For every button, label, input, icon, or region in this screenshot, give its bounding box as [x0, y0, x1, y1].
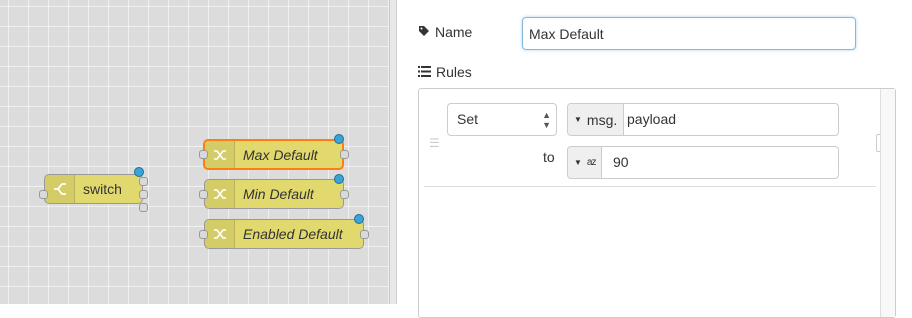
input-port[interactable]: [199, 190, 208, 199]
input-port[interactable]: [39, 190, 48, 199]
switch-node[interactable]: switch: [44, 174, 143, 204]
changed-indicator: [134, 167, 144, 177]
property-value[interactable]: payload: [627, 104, 676, 135]
input-port[interactable]: [199, 230, 208, 239]
tag-icon: [418, 24, 430, 40]
drag-handle-icon[interactable]: ☰: [429, 136, 440, 150]
rule-action-value: Set: [457, 111, 479, 127]
name-label: Name: [435, 24, 473, 40]
node-label: Enabled Default: [243, 226, 343, 242]
value-type-button[interactable]: ▼ az: [568, 147, 603, 178]
input-port[interactable]: [199, 150, 208, 159]
changed-indicator: [334, 174, 344, 184]
rule-action-select[interactable]: Set ▲ ▼: [447, 103, 557, 136]
property-type-button[interactable]: ▼ msg.: [568, 104, 625, 135]
node-label: Min Default: [243, 186, 314, 202]
output-port[interactable]: [340, 190, 349, 199]
node-label: switch: [83, 181, 122, 197]
name-input[interactable]: [522, 17, 856, 50]
change-node-min-default[interactable]: Min Default: [204, 179, 344, 209]
list-icon: [418, 64, 431, 80]
rules-label: Rules: [436, 64, 472, 80]
change-icon: [205, 141, 235, 168]
property-type-label: msg.: [586, 111, 618, 128]
name-row-label: Name: [418, 24, 472, 40]
switch-icon: [45, 175, 75, 203]
output-port[interactable]: [360, 230, 369, 239]
output-port[interactable]: [139, 190, 148, 199]
az-icon: az: [586, 157, 597, 168]
select-arrows-icon: ▲ ▼: [542, 110, 551, 130]
node-edit-panel: Name Rules ☰ Set ▲▼ ▼ msg. payload to: [397, 0, 912, 318]
flow-canvas[interactable]: switch Max Default Min Default Enabled D…: [0, 0, 389, 304]
caret-down-icon: ▼: [574, 158, 582, 167]
panel-resize-handle[interactable]: [389, 0, 397, 304]
output-port[interactable]: [139, 203, 148, 212]
caret-down-icon: ▼: [574, 115, 582, 124]
rules-list: ☰ Set ▲ ▼ ▼ msg. payload to ▼ az 90: [418, 88, 896, 318]
change-icon: [205, 220, 235, 248]
change-icon: [205, 180, 235, 208]
output-port[interactable]: [139, 177, 148, 186]
node-label: Max Default: [243, 147, 318, 163]
change-node-max-default[interactable]: Max Default: [203, 139, 344, 170]
rule-value[interactable]: 90: [613, 147, 629, 178]
changed-indicator: [354, 214, 364, 224]
output-port[interactable]: [340, 150, 349, 159]
rules-scrollbar[interactable]: [880, 89, 895, 317]
to-label: to: [543, 149, 555, 165]
changed-indicator: [334, 134, 344, 144]
property-typed-input[interactable]: ▼ msg. payload: [567, 103, 839, 136]
rule-row: ☰ Set ▲ ▼ ▼ msg. payload to ▼ az 90: [424, 89, 876, 187]
value-typed-input[interactable]: ▼ az 90: [567, 146, 839, 179]
rules-row-label: Rules: [418, 64, 472, 80]
change-node-enabled-default[interactable]: Enabled Default: [204, 219, 364, 249]
